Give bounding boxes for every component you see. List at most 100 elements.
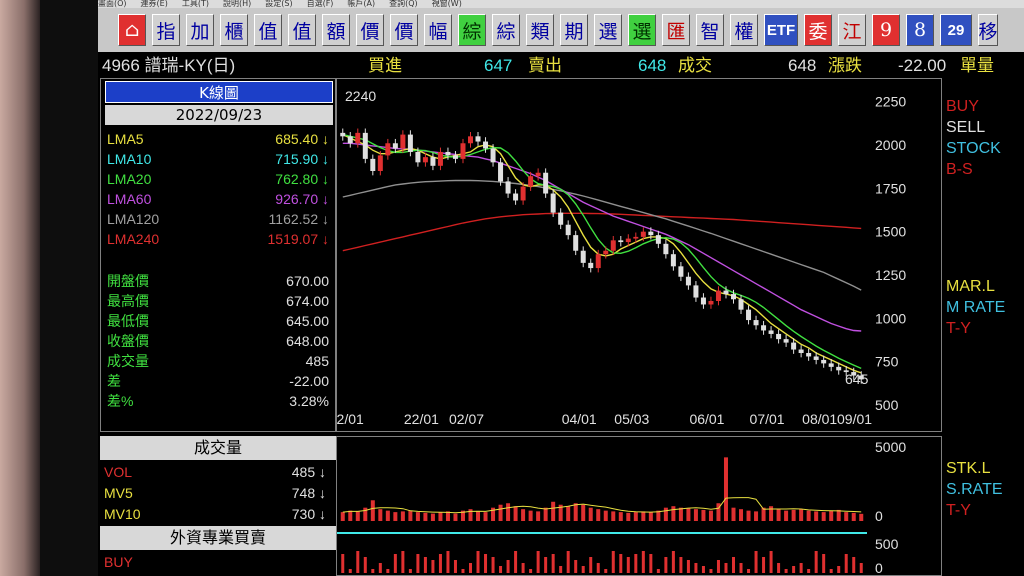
volume-bar [498,504,503,521]
volume-bar [836,509,841,521]
value2-button[interactable]: 值 [288,14,316,46]
foreign-bar [461,569,465,573]
volume-chart[interactable]: 5000 0 500 0 [336,436,942,576]
x-tick-label: 06/01 [689,411,724,427]
volume-bar [415,512,420,521]
volume-bar [430,513,435,521]
right-indicator-3[interactable]: B-S [946,161,973,179]
otc-button[interactable]: 櫃 [220,14,248,46]
menu-bar[interactable]: 畫面(O) 連券(E) 工具(T) 說明(H) 設定(S) 自選(F) 帳戶(A) 查詢(Q)… [98,0,1024,8]
short-indicator-0[interactable]: STK.L [946,460,990,478]
candle-body [558,212,564,225]
foreign-bar [626,557,630,573]
foreign-bar [649,554,653,573]
volume-bar [543,507,548,521]
foreign-bar [829,569,833,573]
select2-button[interactable]: 選 [628,14,656,46]
futures-button[interactable]: 期 [560,14,588,46]
foreign-bar [754,551,758,573]
y-tick-label: 1750 [875,180,906,196]
short-indicator-2[interactable]: T-Y [946,502,971,520]
price-row: 開盤價 670.00 [107,271,329,291]
margin-indicator-0[interactable]: MAR.L [946,278,995,296]
candle-body [505,181,511,194]
candle-body [648,231,654,236]
right-indicator-2[interactable]: STOCK [946,140,1001,158]
menu-item-8[interactable]: 視窗(W) [432,0,462,8]
panel-title[interactable]: K線圖 [105,81,333,103]
warrant-button[interactable]: 權 [730,14,758,46]
foreign-bar [784,569,788,573]
candle-body [460,143,466,159]
amount-button[interactable]: 額 [322,14,350,46]
candle-body [768,330,774,334]
nine-button[interactable]: 9 [872,14,900,46]
candle-body [550,193,556,213]
ma-value: 1519.07 ↓ [267,231,330,247]
summary-button[interactable]: 綜 [458,14,486,46]
eight-button[interactable]: 8 [906,14,934,46]
foreign-bar [732,557,735,573]
value-button[interactable]: 值 [254,14,282,46]
jiang-button[interactable]: 江 [838,14,866,46]
foreign-buy-row: BUY [104,552,326,572]
volume-bar [596,509,601,521]
margin-indicator-1[interactable]: M RATE [946,299,1005,317]
range-button[interactable]: 幅 [424,14,452,46]
volume-bar [806,510,811,521]
ma120-line [342,179,862,291]
menu-item-1[interactable]: 連券(E) [141,0,168,8]
move-button[interactable]: 移 [978,14,998,46]
select-button[interactable]: 選 [594,14,622,46]
candle-body [437,151,443,166]
twentynine-button[interactable]: 29 [940,14,972,46]
category-button[interactable]: 類 [526,14,554,46]
home-button[interactable]: ⌂ [118,14,146,46]
menu-item-3[interactable]: 說明(H) [223,0,251,8]
k-line-chart[interactable]: 2250 2000 1750 1500 1250 1000 750 500 12/01 22/01… [329,78,942,432]
candle-body [806,353,812,357]
ma-label: LMA10 [107,151,152,167]
ma60-line [342,142,862,332]
menu-item-0[interactable]: 畫面(O) [98,0,127,8]
price-value: 645.00 [286,313,329,329]
right-indicator-1[interactable]: SELL [946,119,985,137]
volume-bar [731,507,736,521]
ma-label: LMA5 [107,131,144,147]
candle-body [407,134,413,152]
ma240-line [342,212,862,252]
foreign-bar [814,551,818,573]
menu-item-7[interactable]: 查詢(Q) [389,0,418,8]
volume-bar [769,506,774,521]
menu-item-5[interactable]: 自選(F) [307,0,334,8]
price-button[interactable]: 價 [356,14,384,46]
menu-item-2[interactable]: 工具(T) [182,0,209,8]
ma20-line [342,133,862,370]
monitor-bezel-left [0,0,40,576]
menu-item-6[interactable]: 帳戶(A) [347,0,375,8]
right-indicator-0[interactable]: BUY [946,98,979,116]
volume-bar [641,511,646,521]
price2-button[interactable]: 價 [390,14,418,46]
candle-body [392,143,398,149]
smart-button[interactable]: 智 [696,14,724,46]
index-button[interactable]: 指 [152,14,180,46]
add-button[interactable]: 加 [186,14,214,46]
volume-bar [573,503,578,521]
candle-body [798,349,804,353]
y-tick-label: 1500 [875,224,906,240]
foreign-bar [491,557,495,573]
foreign-bar [529,569,533,573]
fx-button[interactable]: 匯 [662,14,690,46]
summary2-button[interactable]: 綜 [492,14,520,46]
foreign-bar [671,551,675,573]
menu-item-4[interactable]: 設定(S) [265,0,292,8]
foreign-bar [393,554,397,573]
volume-y-label: 0 [875,508,883,524]
y-tick-label: 2250 [875,94,906,110]
volume-value: 730 ↓ [291,506,326,522]
etf-button[interactable]: ETF [764,14,798,46]
margin-indicator-2[interactable]: T-Y [946,320,971,338]
order-button[interactable]: 委 [804,14,832,46]
short-indicator-1[interactable]: S.RATE [946,481,1003,499]
